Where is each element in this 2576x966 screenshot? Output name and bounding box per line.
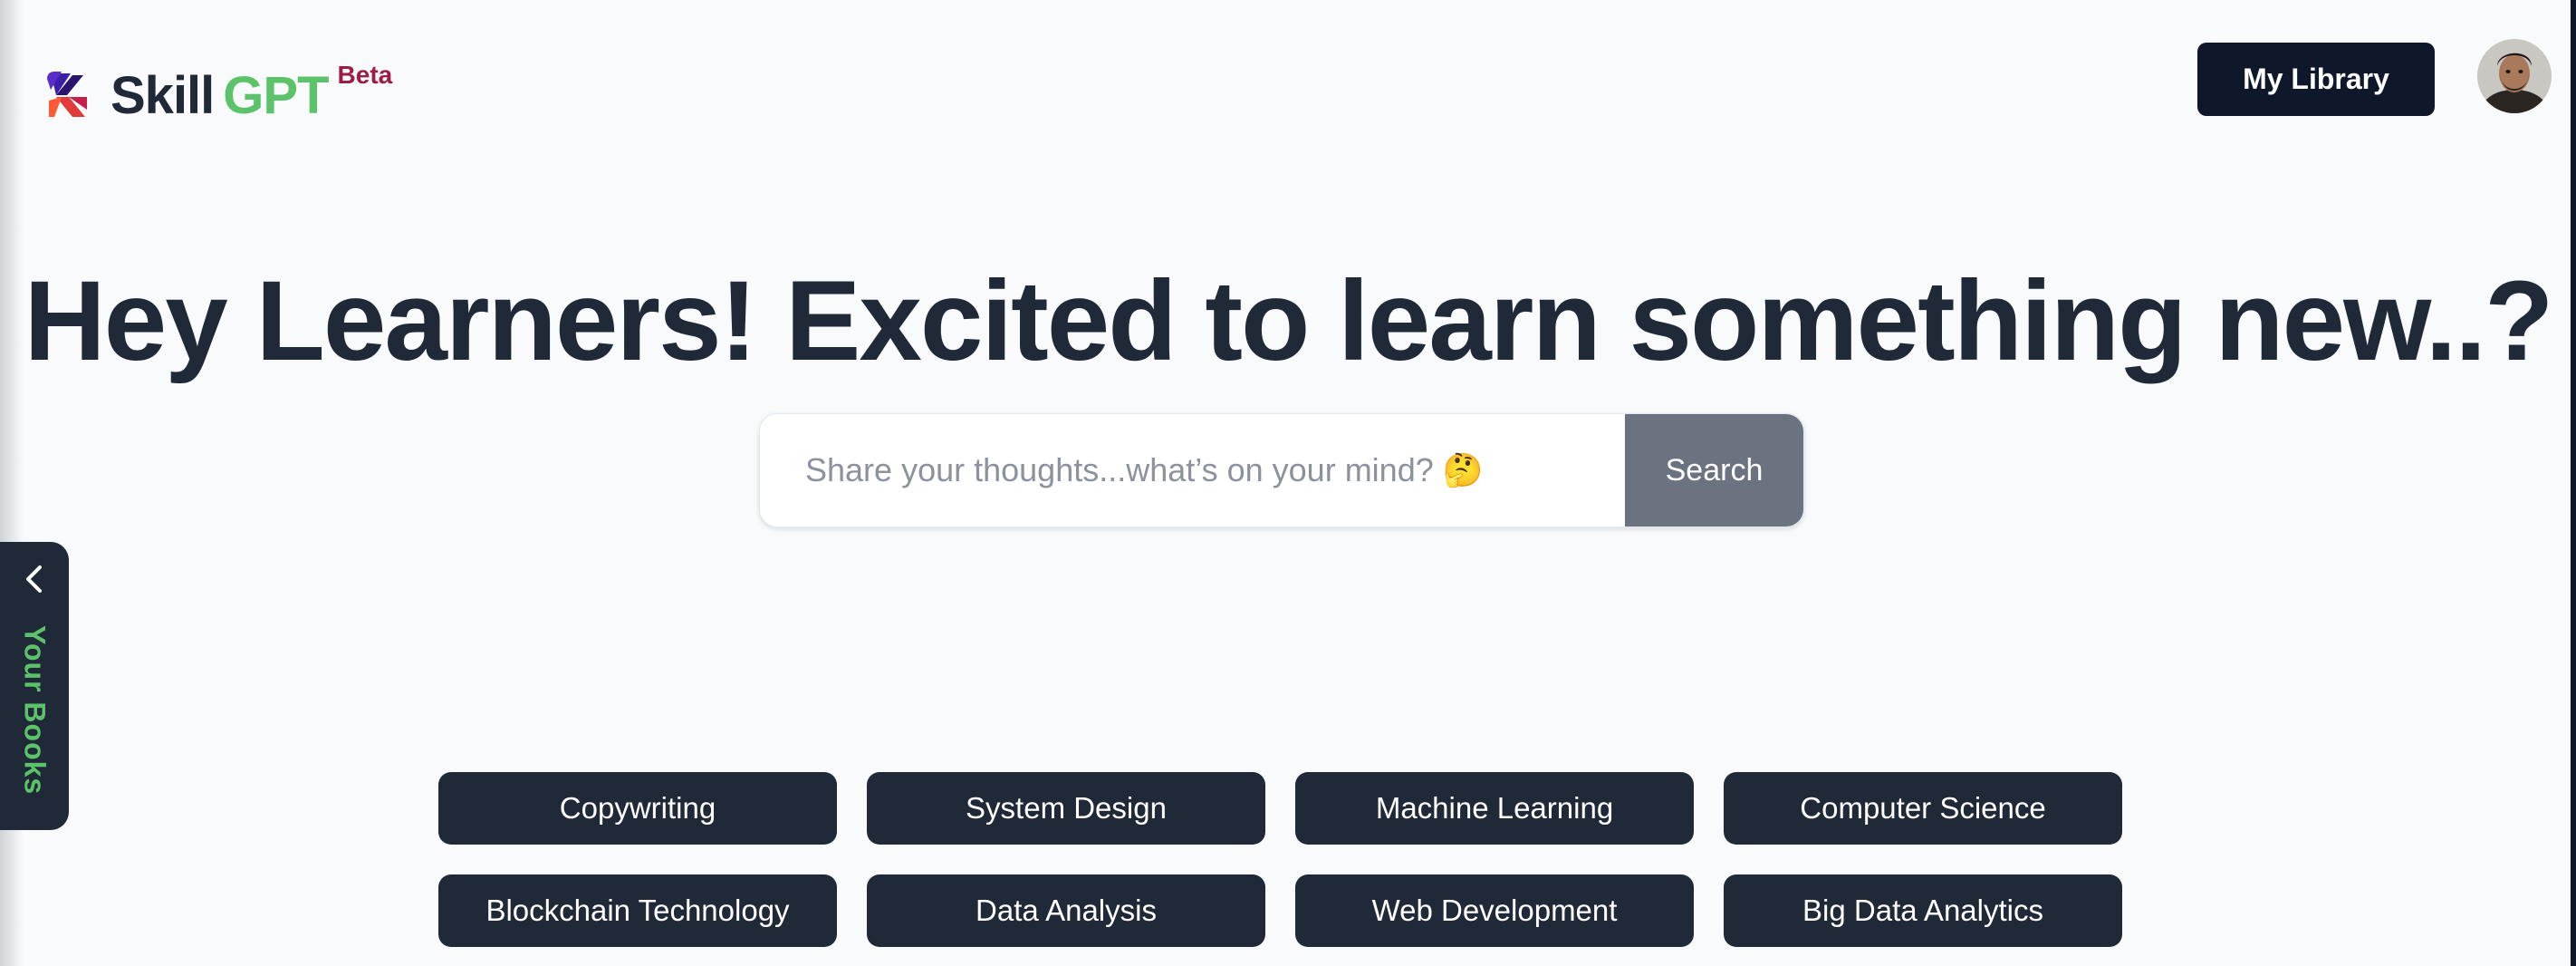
topic-chip-big-data-analytics[interactable]: Big Data Analytics	[1724, 874, 2122, 947]
skill-logo-icon	[47, 72, 87, 117]
topic-chips: Copywriting System Design Machine Learni…	[438, 772, 2125, 947]
topic-chip-blockchain-technology[interactable]: Blockchain Technology	[438, 874, 837, 947]
topic-chip-system-design[interactable]: System Design	[867, 772, 1265, 845]
search-input[interactable]	[760, 414, 1625, 526]
brand-logo[interactable]: Skill GPT Beta	[45, 61, 393, 127]
topic-chip-computer-science[interactable]: Computer Science	[1724, 772, 2122, 845]
user-avatar[interactable]	[2477, 39, 2552, 113]
your-books-panel-toggle[interactable]: Your Books	[0, 542, 69, 830]
topic-chip-web-development[interactable]: Web Development	[1295, 874, 1694, 947]
topic-chip-machine-learning[interactable]: Machine Learning	[1295, 772, 1694, 845]
brand-name-gpt: GPT	[223, 65, 329, 125]
my-library-button[interactable]: My Library	[2197, 43, 2435, 116]
chevron-left-icon	[26, 565, 42, 593]
right-edge-border	[2571, 0, 2576, 966]
your-books-label: Your Books	[18, 625, 52, 796]
hero-title: Hey Learners! Excited to learn something…	[24, 258, 2553, 384]
topic-chip-copywriting[interactable]: Copywriting	[438, 772, 837, 845]
brand-name-skill: Skill	[111, 65, 215, 125]
user-avatar-icon	[2477, 39, 2552, 113]
topic-chip-data-analysis[interactable]: Data Analysis	[867, 874, 1265, 947]
beta-badge: Beta	[337, 61, 393, 89]
search-button[interactable]: Search	[1625, 414, 1803, 526]
search-bar: Search	[759, 413, 1804, 527]
